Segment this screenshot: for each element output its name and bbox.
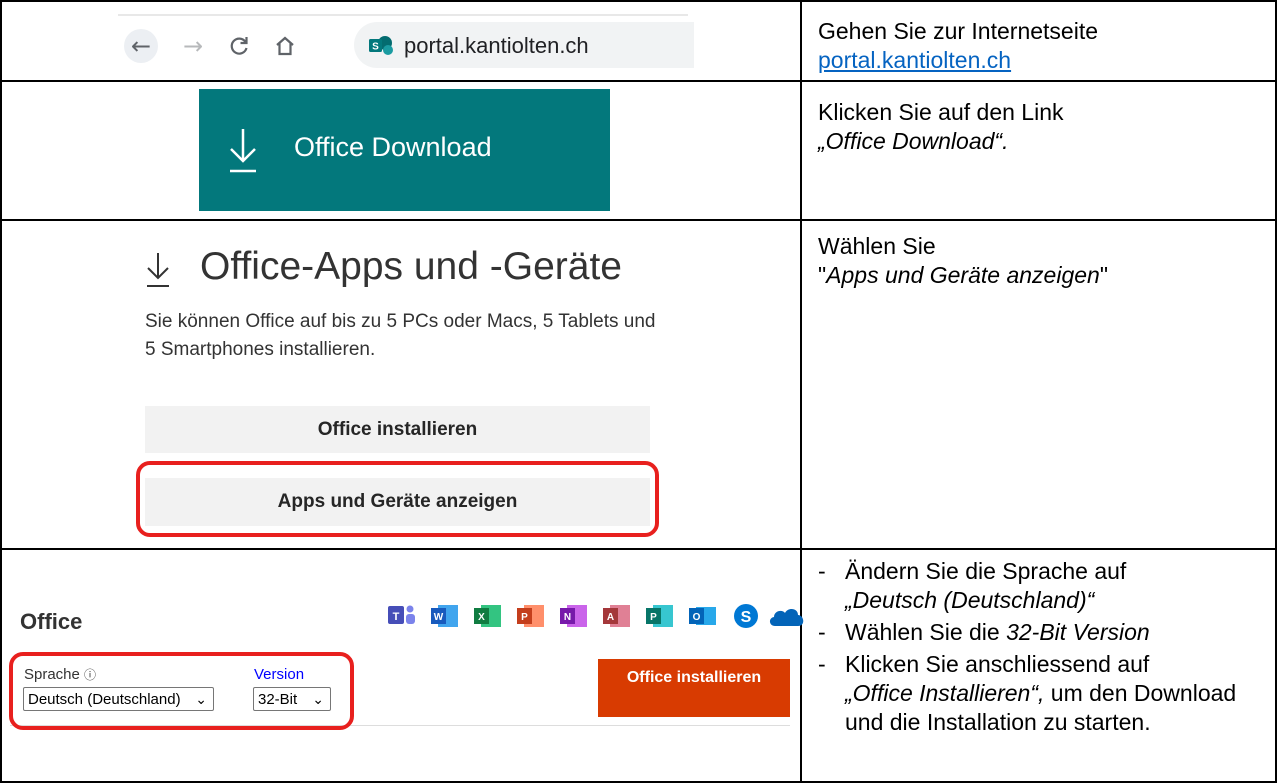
- office-install-button[interactable]: Office installieren: [598, 659, 790, 717]
- excel-icon: X: [474, 605, 501, 627]
- download-icon: [147, 253, 169, 287]
- forward-arrow-icon[interactable]: →: [176, 29, 210, 63]
- svg-text:A: A: [607, 612, 614, 623]
- url-text: portal.kantiolten.ch: [404, 33, 589, 58]
- home-icon[interactable]: [268, 29, 302, 63]
- list-item: - Klicken Sie anschliessend auf „Office I…: [818, 651, 1237, 735]
- office-install-button[interactable]: Office installieren: [145, 406, 650, 453]
- svg-text:N: N: [564, 612, 571, 623]
- office-heading: Office: [20, 609, 83, 634]
- table-row-divider: [0, 80, 1277, 82]
- word-icon: W: [431, 605, 458, 627]
- list-item: - Ändern Sie die Sprache auf „Deutsch (De…: [818, 558, 1127, 613]
- teams-icon: T: [388, 605, 415, 624]
- sharepoint-icon: S: [369, 36, 393, 55]
- table-row-divider: [0, 548, 1277, 550]
- table-border-top: [0, 0, 1277, 2]
- svg-text:W: W: [434, 612, 444, 623]
- reload-icon[interactable]: [222, 29, 256, 63]
- instruction-text: Klicken Sie auf den Link: [818, 99, 1064, 125]
- svg-text:X: X: [478, 612, 485, 623]
- svg-text:O: O: [693, 612, 701, 623]
- instruction-step-2: Klicken Sie auf den Link „Office Downloa…: [818, 98, 1268, 156]
- instruction-step-3: Wählen Sie "Apps und Geräte anzeigen": [818, 232, 1268, 290]
- svg-text:S: S: [372, 42, 379, 53]
- table-row-divider: [0, 219, 1277, 221]
- office-download-tile[interactable]: Office Download: [199, 89, 610, 211]
- highlight-box: [136, 461, 659, 537]
- access-icon: A: [603, 605, 630, 627]
- portal-link[interactable]: portal.kantiolten.ch: [818, 47, 1011, 73]
- svg-text:P: P: [650, 612, 657, 623]
- skype-icon: S: [734, 604, 758, 628]
- back-arrow-icon[interactable]: ←: [124, 29, 158, 63]
- download-icon: [230, 129, 256, 173]
- onenote-icon: N: [560, 605, 587, 627]
- svg-text:S: S: [741, 609, 752, 626]
- browser-toolbar: ← → S portal.kantiolten.ch: [118, 14, 694, 76]
- apps-description: Sie können Office auf bis zu 5 PCs oder …: [145, 311, 656, 360]
- instruction-emphasis: „Office Download“.: [818, 128, 1009, 154]
- publisher-icon: P: [646, 605, 673, 627]
- tile-label: Office Download: [294, 132, 492, 162]
- page-title: Office-Apps und -Geräte: [200, 245, 622, 288]
- list-item: - Wählen Sie die 32-Bit Version: [818, 619, 1150, 645]
- instruction-step-1: Gehen Sie zur Internetseite portal.kanti…: [818, 17, 1268, 75]
- powerpoint-icon: P: [517, 605, 544, 627]
- instruction-step-4: - Ändern Sie die Sprache auf „Deutsch (De…: [818, 557, 1268, 740]
- onedrive-icon: [769, 609, 804, 626]
- table-border-left: [0, 0, 2, 783]
- table-column-divider: [800, 0, 802, 783]
- address-bar[interactable]: S portal.kantiolten.ch: [354, 22, 694, 68]
- instruction-text: Wählen Sie: [818, 233, 936, 259]
- instruction-emphasis: "Apps und Geräte anzeigen": [818, 262, 1108, 288]
- svg-text:P: P: [521, 612, 528, 623]
- outlook-icon: O: [689, 607, 716, 625]
- instruction-text: Gehen Sie zur Internetseite: [818, 18, 1098, 44]
- highlight-box: [9, 652, 354, 730]
- svg-text:T: T: [393, 611, 400, 623]
